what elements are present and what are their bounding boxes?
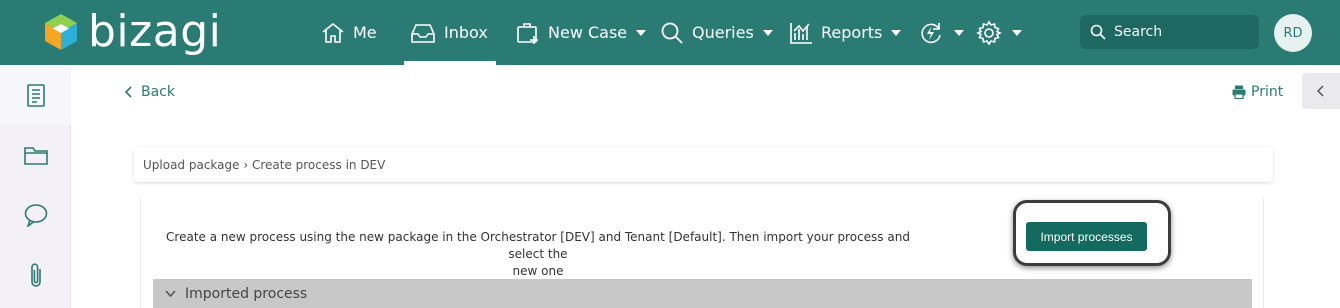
top-navigation-bar: bizagi Me Inbox New Case Queries Reports bbox=[0, 0, 1340, 65]
nav-reports[interactable]: Reports bbox=[789, 0, 902, 65]
print-label: Print bbox=[1251, 84, 1284, 100]
sidebar-item-tasks[interactable] bbox=[0, 65, 71, 125]
sidebar-item-comments[interactable] bbox=[0, 185, 71, 245]
left-sidebar bbox=[0, 65, 71, 308]
section-title: Imported process bbox=[185, 285, 308, 302]
nav-new-case[interactable]: New Case bbox=[516, 0, 647, 65]
chevron-left-icon bbox=[125, 86, 132, 98]
new-case-icon bbox=[517, 22, 538, 44]
instruction-line-1: Create a new process using the new packa… bbox=[166, 230, 910, 261]
chevron-down-icon bbox=[165, 290, 176, 297]
nav-queries-label: Queries bbox=[692, 23, 754, 42]
collapse-panel-button[interactable] bbox=[1302, 73, 1340, 109]
bizagi-logo[interactable]: bizagi bbox=[42, 6, 221, 58]
lightning-refresh-icon bbox=[921, 22, 941, 43]
chevron-down-icon bbox=[954, 29, 964, 36]
search-input[interactable]: Search bbox=[1080, 15, 1259, 49]
nav-automation-menu[interactable] bbox=[918, 0, 964, 65]
bar-chart-icon bbox=[790, 22, 812, 44]
imported-process-section-header[interactable]: Imported process bbox=[153, 279, 1252, 308]
chevron-down-icon bbox=[636, 29, 647, 36]
notepad-icon bbox=[26, 84, 45, 107]
search-placeholder: Search bbox=[1114, 24, 1163, 40]
inbox-icon bbox=[411, 23, 435, 43]
back-link[interactable]: Back bbox=[125, 84, 175, 100]
chevron-down-icon bbox=[891, 29, 902, 36]
home-icon bbox=[322, 22, 344, 43]
search-icon bbox=[1090, 24, 1106, 40]
nav-new-case-label: New Case bbox=[548, 23, 628, 42]
print-link[interactable]: Print bbox=[1232, 84, 1283, 100]
sidebar-item-folders[interactable] bbox=[0, 125, 71, 185]
instruction-line-2: new one bbox=[512, 264, 564, 278]
folder-icon bbox=[23, 147, 48, 165]
task-instruction: Create a new process using the new packa… bbox=[152, 229, 924, 280]
chevron-left-icon bbox=[1317, 85, 1324, 97]
chevron-down-icon bbox=[1012, 29, 1022, 36]
nav-inbox-label: Inbox bbox=[444, 23, 488, 42]
magnifier-icon bbox=[661, 22, 683, 44]
paperclip-icon bbox=[30, 263, 41, 287]
chevron-down-icon bbox=[762, 29, 773, 36]
breadcrumb: Upload package › Create process in DEV bbox=[134, 147, 1273, 182]
printer-icon bbox=[1232, 85, 1246, 99]
nav-settings-menu[interactable] bbox=[976, 0, 1022, 65]
import-processes-button[interactable]: Import processes bbox=[1026, 222, 1147, 251]
nav-me[interactable]: Me bbox=[321, 0, 377, 65]
back-label: Back bbox=[141, 84, 175, 100]
breadcrumb-text: Upload package › Create process in DEV bbox=[143, 157, 386, 172]
gear-icon bbox=[976, 20, 1002, 45]
user-avatar[interactable]: RD bbox=[1274, 14, 1312, 52]
nav-inbox[interactable]: Inbox bbox=[404, 0, 496, 65]
nav-queries[interactable]: Queries bbox=[660, 0, 773, 65]
brand-name: bizagi bbox=[88, 6, 222, 57]
bizagi-logo-icon bbox=[45, 14, 77, 50]
nav-reports-label: Reports bbox=[821, 23, 883, 42]
speech-bubble-icon bbox=[24, 204, 47, 227]
nav-me-label: Me bbox=[353, 23, 377, 42]
sidebar-item-attachments[interactable] bbox=[0, 245, 71, 305]
